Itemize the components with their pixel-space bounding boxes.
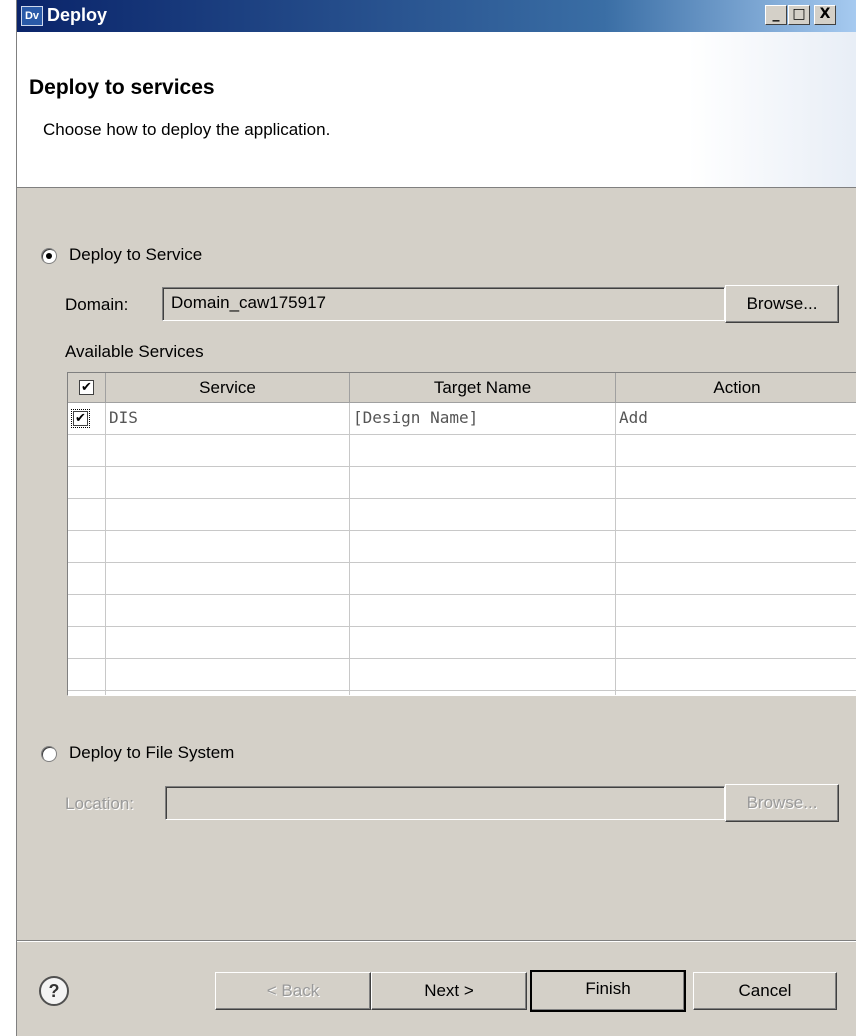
- minimize-button[interactable]: _: [765, 5, 787, 25]
- column-action[interactable]: Action: [616, 373, 856, 403]
- service-cell: DIS: [109, 408, 138, 427]
- location-field[interactable]: [165, 786, 725, 820]
- table-row: [68, 595, 856, 627]
- footer-separator: [17, 940, 856, 942]
- wizard-header: Deploy to services Choose how to deploy …: [17, 32, 856, 188]
- finish-button[interactable]: Finish: [530, 970, 686, 1012]
- deploy-to-service-radio[interactable]: [41, 248, 57, 264]
- window-title: Deploy: [47, 5, 108, 25]
- deploy-to-service-label[interactable]: Deploy to Service: [69, 245, 202, 265]
- services-table[interactable]: ✔ Service Target Name Action ✔ DIS [Desi…: [67, 372, 856, 696]
- table-row: [68, 499, 856, 531]
- back-button[interactable]: < Back: [215, 972, 371, 1010]
- table-row[interactable]: ✔ DIS [Design Name] Add: [68, 403, 856, 435]
- available-services-label: Available Services: [65, 342, 204, 361]
- domain-browse-button[interactable]: Browse...: [725, 285, 839, 323]
- page-title: Deploy to services: [29, 76, 215, 99]
- table-row: [68, 659, 856, 691]
- target-name-cell[interactable]: [Design Name]: [350, 403, 478, 435]
- maximize-button[interactable]: □: [788, 5, 810, 25]
- table-row: [68, 467, 856, 499]
- row-checkbox[interactable]: ✔: [71, 409, 90, 428]
- table-row: [68, 435, 856, 467]
- location-label: Location:: [65, 794, 134, 813]
- table-header: ✔ Service Target Name Action: [68, 373, 856, 403]
- column-service[interactable]: Service: [106, 373, 350, 403]
- table-row: [68, 531, 856, 563]
- next-button[interactable]: Next >: [371, 972, 527, 1010]
- select-all-checkbox[interactable]: ✔: [79, 380, 94, 395]
- help-icon[interactable]: ?: [39, 976, 69, 1006]
- column-target-name[interactable]: Target Name: [350, 373, 616, 403]
- app-icon: Dv: [21, 6, 43, 26]
- page-description: Choose how to deploy the application.: [43, 120, 331, 139]
- domain-label: Domain:: [65, 295, 129, 314]
- table-row: [68, 563, 856, 595]
- header-checkbox-cell[interactable]: ✔: [68, 373, 106, 403]
- table-row: [68, 627, 856, 659]
- deploy-to-file-system-radio[interactable]: [41, 746, 57, 762]
- action-cell[interactable]: Add: [616, 403, 648, 435]
- location-browse-button[interactable]: Browse...: [725, 784, 839, 822]
- title-bar[interactable]: Dv Deploy _ □ X: [17, 0, 856, 32]
- deploy-dialog: Dv Deploy _ □ X Deploy to services Choos…: [16, 0, 856, 1036]
- close-button[interactable]: X: [814, 5, 836, 25]
- deploy-to-file-system-label[interactable]: Deploy to File System: [69, 743, 234, 763]
- domain-field[interactable]: Domain_caw175917: [162, 287, 725, 321]
- cancel-button[interactable]: Cancel: [693, 972, 837, 1010]
